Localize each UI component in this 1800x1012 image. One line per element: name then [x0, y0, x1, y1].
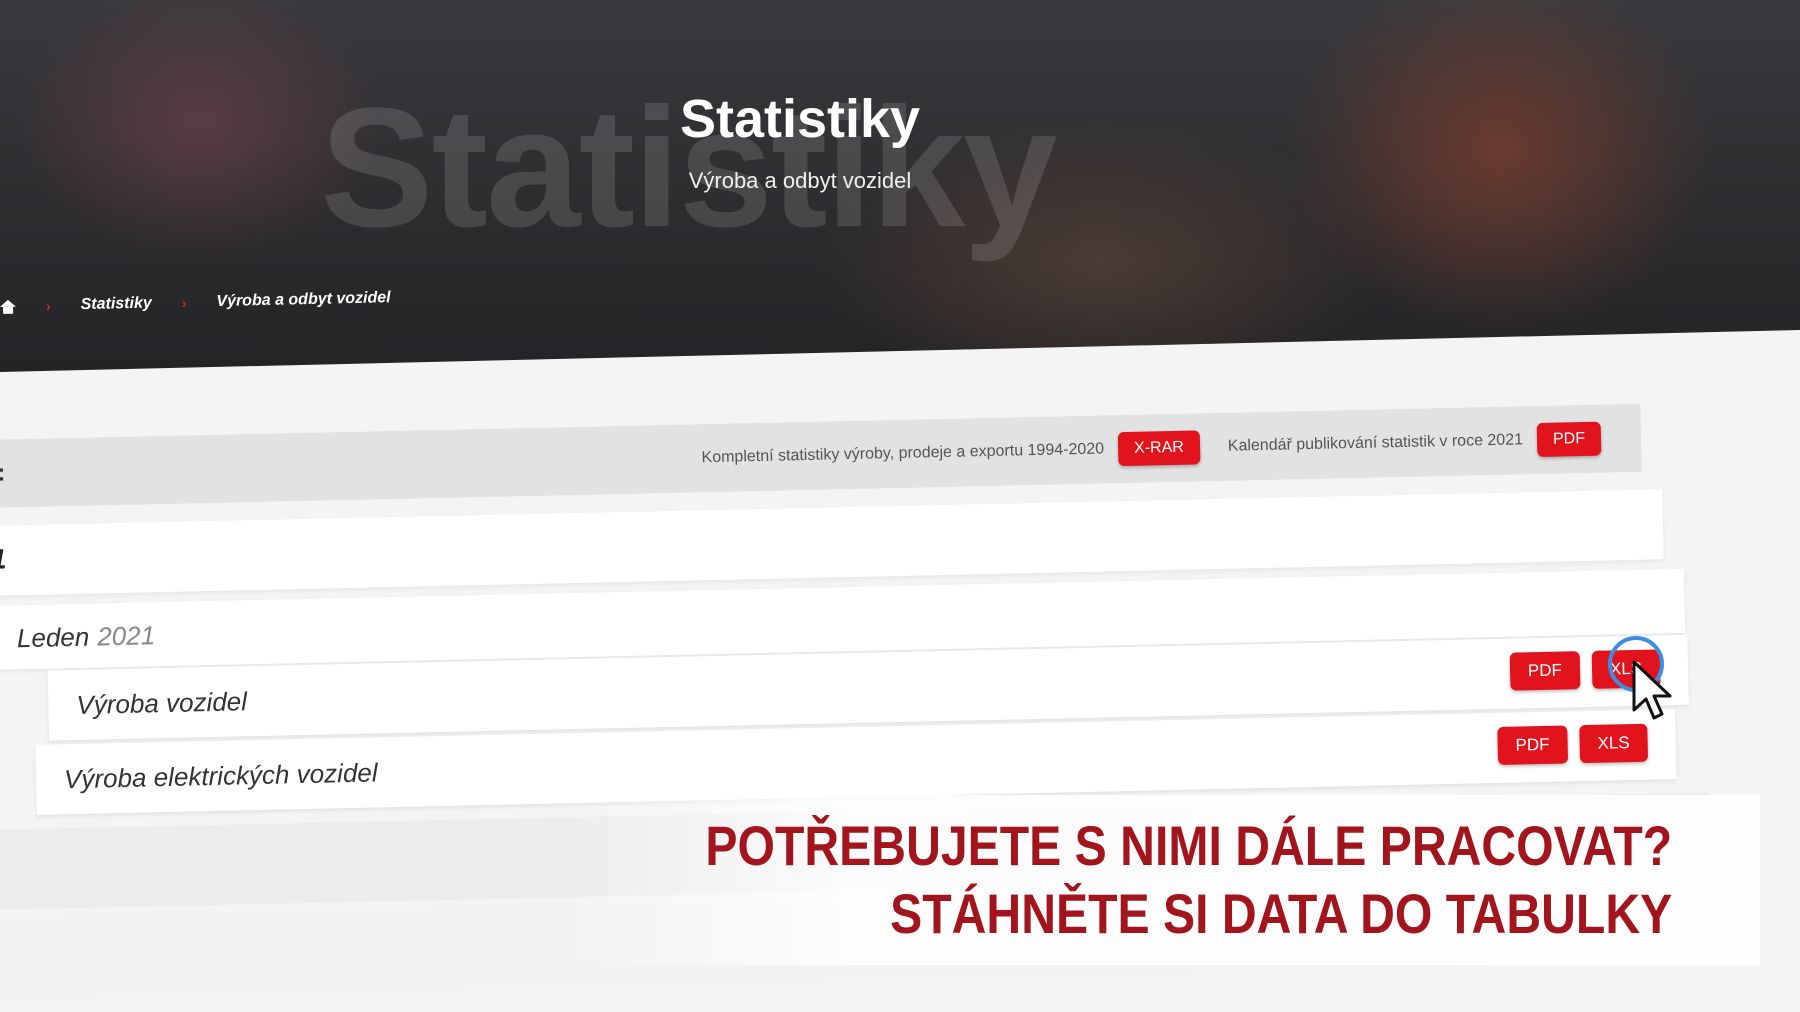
page-title: Statistiky — [679, 89, 921, 149]
breadcrumb-separator: › — [45, 297, 51, 314]
promo-caption: POTŘEBUJETE S NIMI DÁLE PRACOVAT? STÁHNĚ… — [705, 812, 1672, 948]
complete-stats-text: Kompletní statistiky výroby, prodeje a e… — [701, 440, 1105, 467]
downloads-toolbar: : Kompletní statistiky výroby, prodeje a… — [0, 403, 1642, 508]
home-icon[interactable] — [0, 300, 16, 314]
month-label: Leden 2021 — [17, 620, 156, 654]
mouse-pointer-icon — [1632, 660, 1672, 720]
xls-button[interactable]: XLS — [1579, 723, 1649, 764]
page-subtitle: Výroba a odbyt vozidel — [688, 168, 912, 193]
item-download-buttons: PDF XLS — [1497, 723, 1649, 765]
caption-line-2: STÁHNĚTE SI DATA DO TABULKY — [889, 882, 1672, 945]
calendar-pdf-button[interactable]: PDF — [1536, 421, 1602, 458]
hero-banner: Statistiky Statistiky Výroba a odbyt voz… — [0, 0, 1800, 372]
item-label: Výroba vozidel — [76, 686, 248, 720]
item-label: Výroba elektrických vozidel — [63, 757, 378, 795]
breadcrumb: › Statistiky › Výroba a odbyt vozidel — [0, 283, 391, 322]
year-label: 21 — [0, 543, 7, 576]
month-year: 2021 — [96, 620, 156, 652]
complete-stats-rar-button[interactable]: X-RAR — [1117, 430, 1201, 467]
pdf-button[interactable]: PDF — [1509, 651, 1581, 691]
month-name: Leden — [16, 621, 90, 654]
toolbar-label-fragment: : — [0, 459, 6, 487]
pdf-button[interactable]: PDF — [1497, 725, 1568, 765]
breadcrumb-item-statistiky[interactable]: Statistiky — [80, 295, 152, 315]
breadcrumb-separator: › — [181, 294, 187, 311]
breadcrumb-item-current: Výroba a odbyt vozidel — [216, 289, 391, 311]
calendar-text: Kalendář publikování statistik v roce 20… — [1227, 431, 1524, 455]
caption-line-1: POTŘEBUJETE S NIMI DÁLE PRACOVAT? — [705, 814, 1672, 877]
